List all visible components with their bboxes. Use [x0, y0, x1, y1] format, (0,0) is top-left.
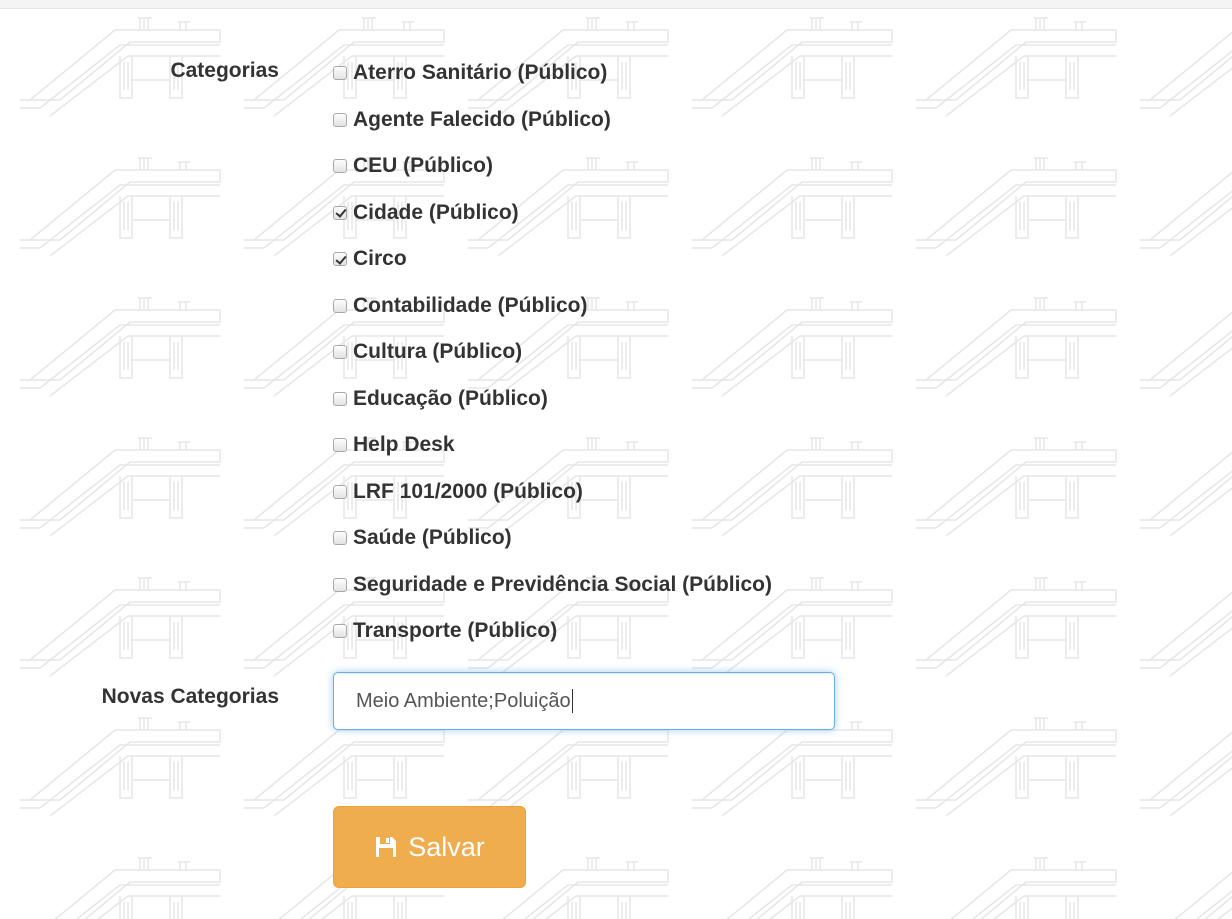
category-checkbox-list: Aterro Sanitário (Público) Agente Falecid…: [333, 50, 772, 655]
category-checkbox[interactable]: [333, 345, 347, 360]
text-caret: [571, 689, 573, 713]
category-label: LRF 101/2000 (Público): [353, 479, 583, 503]
category-label: Seguridade e Previdência Social (Público…: [353, 572, 772, 596]
category-checkbox[interactable]: [333, 112, 347, 127]
category-checkbox[interactable]: [333, 159, 347, 174]
new-categories-label: Novas Categorias: [101, 685, 279, 708]
new-categories-input[interactable]: Meio Ambiente;Poluição: [333, 672, 835, 730]
category-checkbox[interactable]: [333, 484, 347, 499]
category-label: Contabilidade (Público): [353, 293, 588, 317]
category-label: Cultura (Público): [353, 340, 523, 364]
category-item[interactable]: Cultura (Público): [333, 329, 772, 376]
save-button-label: Salvar: [408, 831, 485, 862]
floppy-disk-icon: [376, 837, 397, 857]
category-item[interactable]: Circo: [333, 236, 772, 283]
category-item[interactable]: Contabilidade (Público): [333, 283, 772, 330]
category-label: Agente Falecido (Público): [353, 107, 611, 131]
save-button[interactable]: Salvar: [333, 806, 526, 888]
category-checkbox[interactable]: [333, 531, 347, 546]
category-checkbox[interactable]: [333, 624, 347, 639]
category-form: Categorias Aterro Sanitário (Público) Age…: [0, 0, 1232, 919]
category-checkbox[interactable]: [333, 66, 347, 81]
category-item[interactable]: Educação (Público): [333, 376, 772, 423]
category-label: Circo: [353, 247, 407, 271]
category-label: CEU (Público): [353, 154, 493, 178]
category-label: Educação (Público): [353, 386, 548, 410]
category-checkbox-checked[interactable]: [333, 252, 347, 267]
categories-label: Categorias: [170, 59, 279, 82]
category-item[interactable]: Help Desk: [333, 422, 772, 469]
category-item[interactable]: Transporte (Público): [333, 608, 772, 655]
category-label: Transporte (Público): [353, 619, 558, 643]
category-label: Aterro Sanitário (Público): [353, 61, 608, 85]
category-checkbox[interactable]: [333, 438, 347, 453]
category-item[interactable]: Seguridade e Previdência Social (Público…: [333, 562, 772, 609]
category-item[interactable]: Saúde (Público): [333, 515, 772, 562]
category-item[interactable]: Agente Falecido (Público): [333, 97, 772, 144]
category-checkbox[interactable]: [333, 391, 347, 406]
category-checkbox-checked[interactable]: [333, 205, 347, 220]
category-item[interactable]: CEU (Público): [333, 143, 772, 190]
category-item[interactable]: Aterro Sanitário (Público): [333, 50, 772, 97]
category-label: Cidade (Público): [353, 200, 519, 224]
category-item[interactable]: LRF 101/2000 (Público): [333, 469, 772, 516]
category-label: Saúde (Público): [353, 526, 512, 550]
new-categories-value: Meio Ambiente;Poluição: [356, 689, 571, 712]
category-checkbox[interactable]: [333, 577, 347, 592]
category-label: Help Desk: [353, 433, 455, 457]
category-checkbox[interactable]: [333, 298, 347, 313]
category-item[interactable]: Cidade (Público): [333, 190, 772, 237]
